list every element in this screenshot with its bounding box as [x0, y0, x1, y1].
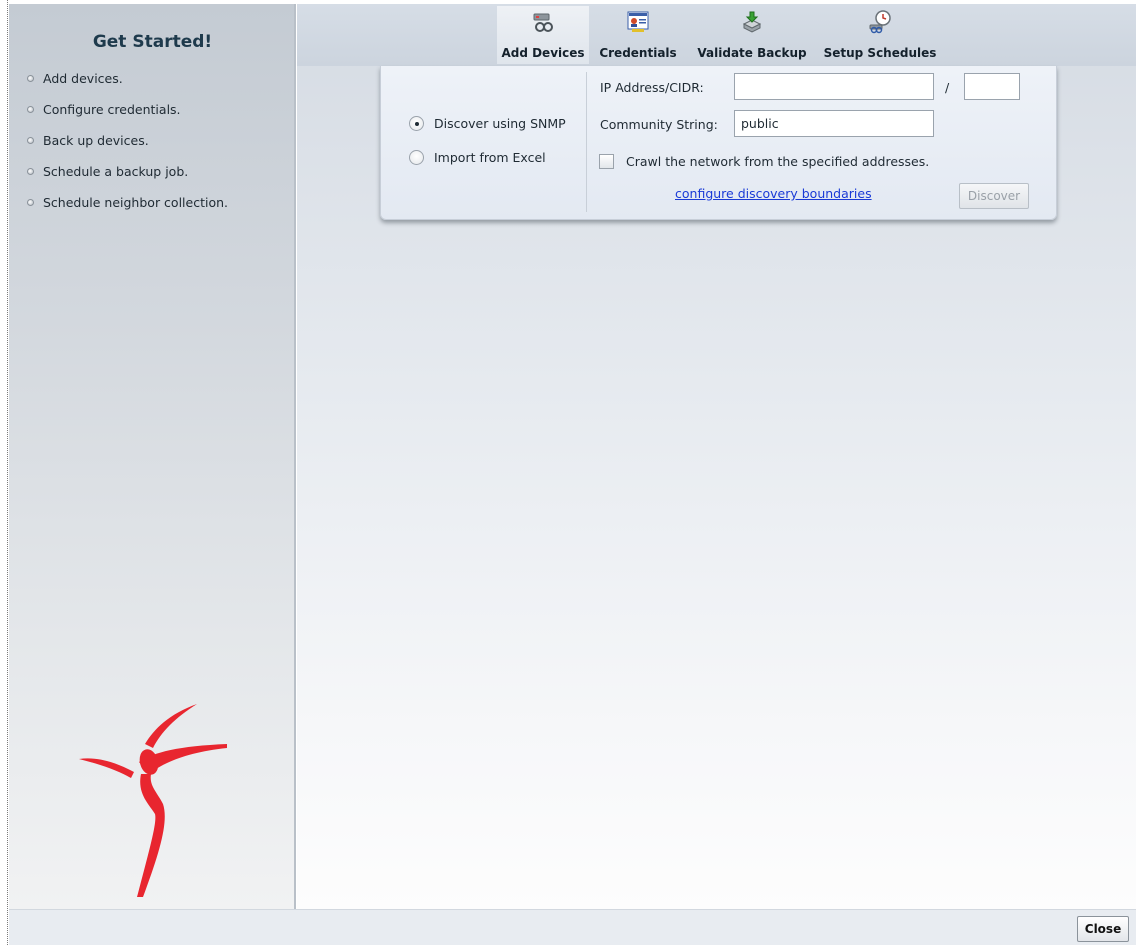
tab-credentials[interactable]: Credentials	[597, 6, 679, 64]
footer-bar: Close	[9, 909, 1136, 945]
ip-address-input[interactable]	[734, 73, 934, 100]
discover-button[interactable]: Discover	[959, 183, 1029, 209]
setup-schedules-icon	[869, 10, 891, 34]
get-started-sidebar: Get Started! Add devices. Configure cred…	[9, 4, 296, 909]
tab-setup-schedules[interactable]: Setup Schedules	[821, 6, 939, 64]
step-label: Schedule neighbor collection.	[43, 195, 228, 210]
step-add-devices: Add devices.	[27, 70, 228, 101]
tab-validate-backup[interactable]: Validate Backup	[693, 6, 811, 64]
bullet-icon	[27, 137, 34, 144]
tab-label: Validate Backup	[697, 46, 807, 60]
import-excel-radio[interactable]: Import from Excel	[409, 147, 546, 167]
wizard-tab-bar: Add Devices Credentials Validate Backup …	[297, 4, 1136, 66]
credentials-icon	[627, 11, 649, 32]
cidr-separator: /	[945, 80, 950, 95]
bullet-icon	[27, 168, 34, 175]
step-label: Add devices.	[43, 71, 123, 86]
validate-backup-icon	[742, 11, 762, 33]
step-schedule-neighbor-collection: Schedule neighbor collection.	[27, 194, 228, 225]
discover-snmp-label: Discover using SNMP	[434, 115, 566, 131]
sidebar-title: Get Started!	[92, 32, 213, 52]
getting-started-steps: Add devices. Configure credentials. Back…	[27, 70, 228, 225]
step-configure-credentials: Configure credentials.	[27, 101, 228, 132]
close-button[interactable]: Close	[1077, 916, 1129, 942]
community-string-input[interactable]	[734, 110, 934, 137]
add-devices-icon	[533, 13, 553, 32]
tab-label: Add Devices	[501, 46, 585, 60]
step-label: Schedule a backup job.	[43, 164, 189, 179]
crawl-network-checkbox[interactable]: Crawl the network from the specified add…	[599, 151, 929, 171]
bullet-icon	[27, 75, 34, 82]
tab-label: Setup Schedules	[823, 46, 937, 60]
panel-divider	[586, 72, 587, 212]
main-content: Add Devices Credentials Validate Backup …	[297, 4, 1136, 909]
bullet-icon	[27, 106, 34, 113]
radio-selected-icon	[409, 115, 424, 131]
step-label: Configure credentials.	[43, 102, 181, 117]
company-logo-icon	[79, 704, 227, 897]
step-label: Back up devices.	[43, 133, 149, 148]
add-devices-panel: Discover using SNMP Import from Excel IP…	[380, 66, 1057, 220]
import-excel-label: Import from Excel	[434, 149, 546, 165]
checkbox-unchecked-icon	[599, 153, 614, 169]
radio-unselected-icon	[409, 149, 424, 165]
window-left-edge	[0, 0, 8, 945]
discover-snmp-radio[interactable]: Discover using SNMP	[409, 113, 566, 133]
tab-add-devices[interactable]: Add Devices	[497, 6, 589, 64]
crawl-network-label: Crawl the network from the specified add…	[626, 153, 930, 169]
cidr-input[interactable]	[964, 73, 1020, 100]
ip-address-label: IP Address/CIDR:	[600, 80, 704, 95]
configure-discovery-boundaries-link[interactable]: configure discovery boundaries	[675, 186, 872, 201]
app-window: Get Started! Add devices. Configure cred…	[0, 0, 1136, 945]
step-back-up-devices: Back up devices.	[27, 132, 228, 163]
community-string-label: Community String:	[600, 117, 718, 132]
tab-label: Credentials	[599, 46, 677, 60]
step-schedule-backup-job: Schedule a backup job.	[27, 163, 228, 194]
bullet-icon	[27, 199, 34, 206]
